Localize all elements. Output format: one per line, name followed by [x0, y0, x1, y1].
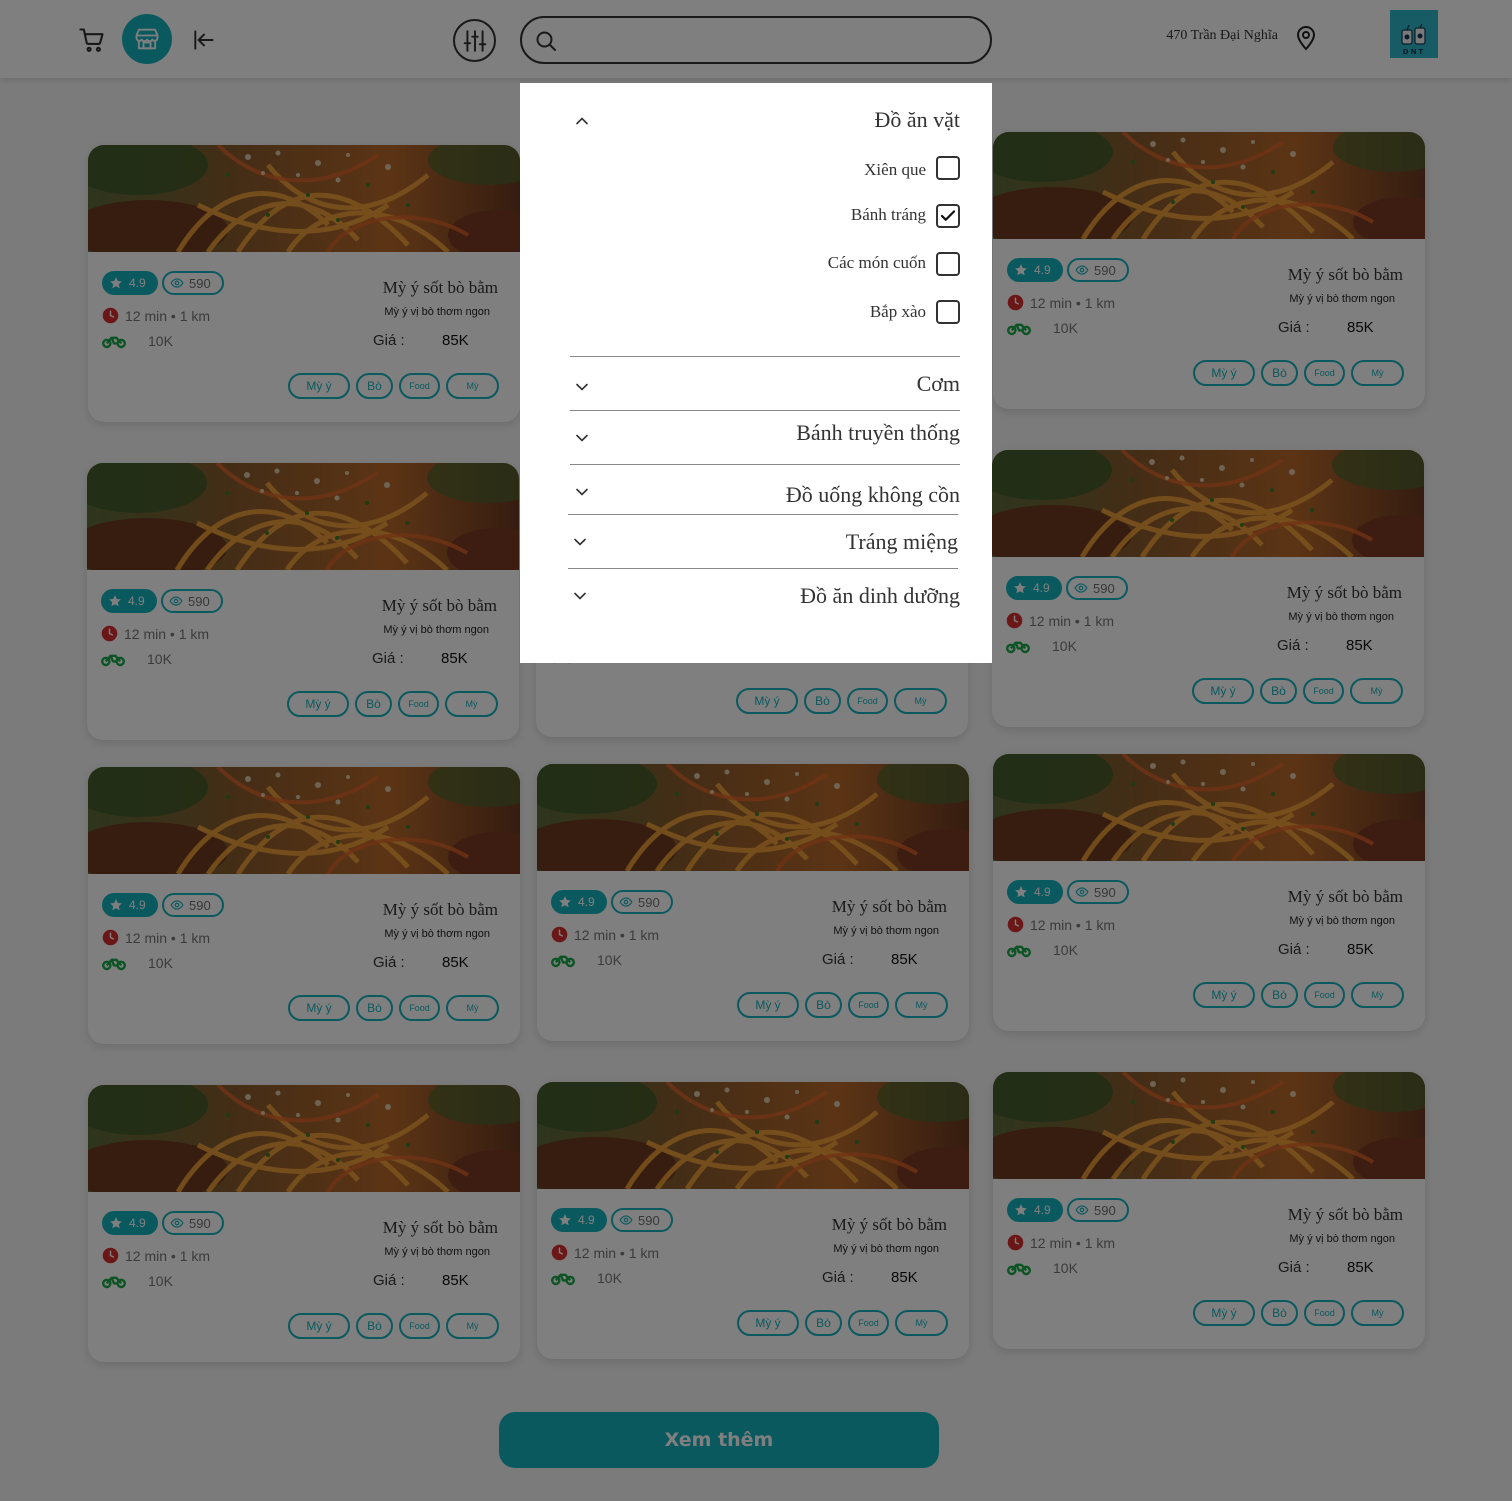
chevron-up-icon[interactable]	[572, 111, 592, 131]
option-checkbox-checked[interactable]	[936, 204, 960, 228]
option-label[interactable]: Bắp xào	[870, 302, 926, 322]
divider	[568, 514, 958, 515]
option-label[interactable]: Xiên que	[864, 160, 926, 180]
category-title[interactable]: Bánh truyền thống	[796, 420, 960, 446]
category-title[interactable]: Tráng miệng	[846, 529, 958, 555]
category-title[interactable]: Cơm	[917, 371, 960, 397]
option-checkbox[interactable]	[936, 252, 960, 276]
chevron-down-icon[interactable]	[572, 482, 592, 502]
chevron-down-icon[interactable]	[570, 586, 590, 606]
category-title[interactable]: Đồ uống không cồn	[786, 482, 960, 508]
chevron-down-icon[interactable]	[570, 532, 590, 552]
check-icon	[940, 210, 956, 221]
category-title-snacks[interactable]: Đồ ăn vặt	[874, 107, 960, 133]
category-title[interactable]: Đồ ăn dinh dưỡng	[800, 583, 960, 609]
chevron-down-icon[interactable]	[572, 377, 592, 397]
divider	[568, 568, 958, 569]
divider	[570, 356, 960, 357]
divider	[570, 410, 960, 411]
divider	[570, 464, 960, 465]
option-label[interactable]: Bánh tráng	[851, 205, 926, 225]
option-checkbox[interactable]	[936, 300, 960, 324]
option-checkbox[interactable]	[936, 156, 960, 180]
option-label[interactable]: Các món cuốn	[828, 253, 926, 273]
category-filter-popup: Đồ ăn vặt Xiên que Bánh tráng Các món cu…	[520, 83, 992, 663]
chevron-down-icon[interactable]	[572, 428, 592, 448]
